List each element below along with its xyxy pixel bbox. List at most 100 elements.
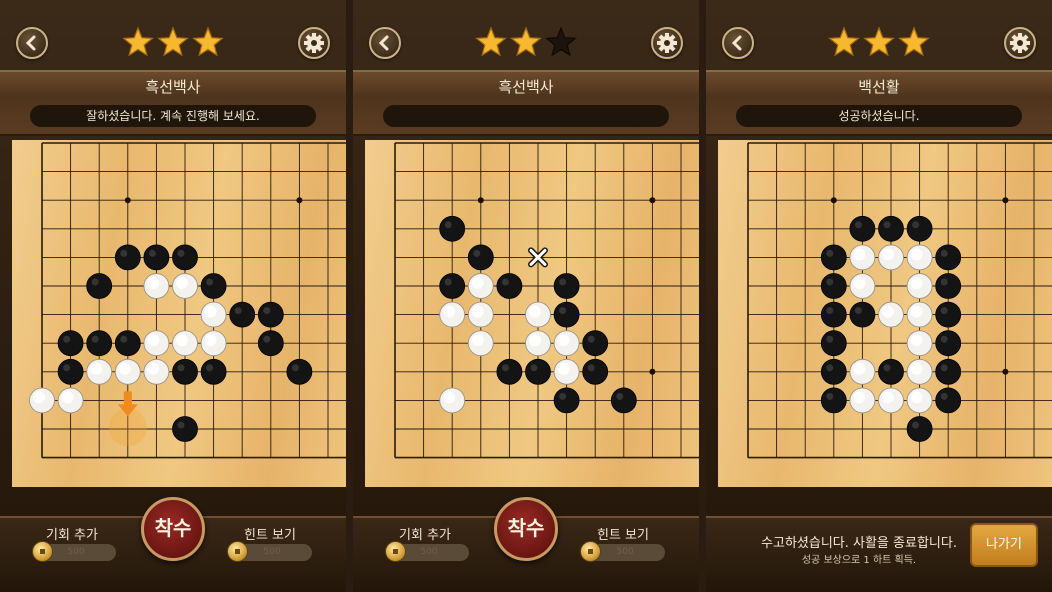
go-board[interactable]: [718, 140, 1052, 487]
white-stone: [200, 330, 227, 357]
coin-icon: [227, 541, 248, 562]
star-filled-icon: [863, 26, 895, 57]
star-point: [830, 197, 837, 204]
black-stone: [906, 215, 933, 242]
white-stone: [849, 273, 876, 299]
board-grid: [29, 142, 346, 459]
white-stone: [143, 330, 170, 357]
hint-arrow-icon: [108, 391, 147, 447]
white-stone: [906, 387, 933, 414]
black-stone: [525, 358, 551, 385]
result-message: 수고하셨습니다. 사활을 종료합니다.: [761, 536, 957, 551]
board-grid: [747, 142, 1052, 459]
white-stone: [849, 387, 876, 414]
white-stone: [467, 273, 494, 299]
white-stone: [29, 387, 55, 414]
back-button[interactable]: [16, 27, 48, 59]
puzzle-panel-3: 백선활 성공하셨습니다. 수고하셨습니다. 사활을 종료합니다. 성공 보상으로…: [706, 0, 1052, 592]
star-filled-icon: [122, 26, 154, 57]
black-stone: [935, 301, 962, 328]
black-stone: [553, 387, 580, 414]
black-stone: [496, 273, 523, 299]
black-stone: [820, 330, 847, 357]
black-stone: [935, 273, 962, 299]
white-stone: [906, 358, 933, 385]
black-stone: [439, 215, 466, 242]
black-stone: [172, 416, 198, 442]
star-filled-icon: [828, 26, 860, 57]
puzzle-panel-1: 흑선백사 잘하셨습니다. 계속 진행해 보세요. 기회 추가 500 힌트 보기…: [0, 0, 346, 592]
white-stone: [906, 273, 933, 299]
back-button[interactable]: [722, 27, 754, 59]
black-stone: [496, 358, 523, 385]
star-rating: [475, 26, 577, 58]
settings-button[interactable]: [298, 27, 330, 59]
black-stone: [553, 273, 580, 299]
message-box: [383, 105, 669, 127]
white-stone: [906, 244, 933, 271]
coin-icon: [580, 541, 601, 562]
white-stone: [849, 244, 876, 271]
black-stone: [86, 273, 113, 299]
black-stone: [229, 301, 256, 328]
back-button[interactable]: [369, 27, 401, 59]
black-stone: [553, 301, 580, 328]
star-filled-icon: [192, 26, 224, 57]
white-stone: [57, 387, 84, 414]
black-stone: [114, 244, 141, 271]
add-chance-label: 기회 추가: [399, 528, 451, 543]
star-filled-icon: [157, 26, 189, 57]
star-point: [649, 197, 656, 204]
gear-icon: [304, 33, 324, 53]
go-board[interactable]: [365, 140, 699, 487]
white-stone: [525, 301, 551, 328]
black-stone: [935, 244, 962, 271]
place-stone-button[interactable]: 착수: [494, 497, 558, 561]
black-stone: [257, 330, 284, 357]
star-filled-icon: [475, 26, 507, 57]
white-stone: [878, 301, 904, 328]
black-stone: [849, 301, 876, 328]
black-stone: [57, 358, 84, 385]
black-stone: [820, 273, 847, 299]
black-stone: [849, 215, 876, 242]
black-stone: [906, 416, 933, 442]
white-stone: [878, 387, 904, 414]
white-stone: [906, 301, 933, 328]
puzzle-title: 흑선백사: [498, 78, 554, 96]
black-stone: [114, 330, 141, 357]
chevron-left-icon: [25, 35, 36, 51]
black-stone: [257, 301, 284, 328]
black-stone: [820, 387, 847, 414]
black-stone: [820, 358, 847, 385]
puzzle-title: 흑선백사: [145, 78, 201, 96]
white-stone: [172, 273, 198, 299]
exit-button[interactable]: 나가기: [970, 523, 1038, 567]
board-grid: [394, 142, 699, 459]
star-filled-icon: [898, 26, 930, 57]
add-chance-label: 기회 추가: [46, 528, 98, 543]
black-stone: [286, 358, 313, 385]
black-stone: [467, 244, 494, 271]
white-stone: [114, 358, 141, 385]
white-stone: [849, 358, 876, 385]
white-stone: [86, 358, 113, 385]
puzzle-panel-2: 흑선백사 기회 추가 500 힌트 보기 500 착수: [353, 0, 699, 592]
black-stone: [200, 358, 227, 385]
star-rating: [828, 26, 930, 58]
star-point: [649, 368, 656, 375]
white-stone: [172, 330, 198, 357]
white-stone: [906, 330, 933, 357]
black-stone: [935, 330, 962, 357]
place-stone-button[interactable]: 착수: [141, 497, 205, 561]
black-stone: [820, 301, 847, 328]
gear-icon: [1010, 33, 1030, 53]
puzzle-title: 백선활: [858, 78, 900, 96]
go-board[interactable]: [12, 140, 346, 487]
settings-button[interactable]: [651, 27, 683, 59]
black-stone: [582, 330, 609, 357]
settings-button[interactable]: [1004, 27, 1036, 59]
white-stone: [143, 273, 170, 299]
star-point: [296, 197, 303, 204]
black-stone: [878, 358, 904, 385]
